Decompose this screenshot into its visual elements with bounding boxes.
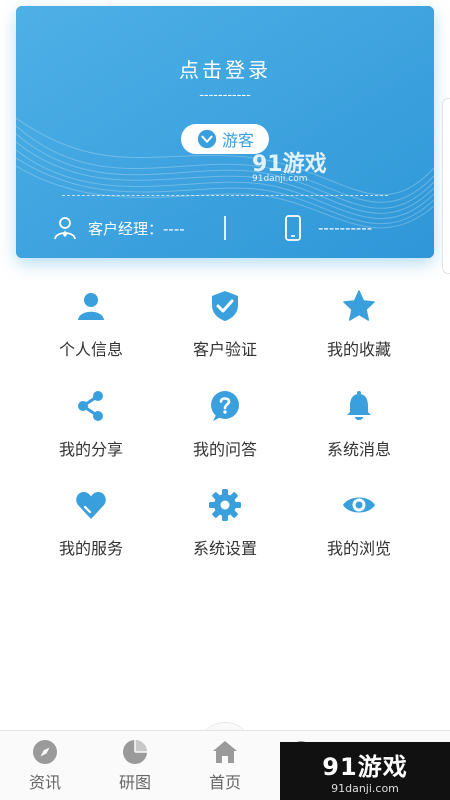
home-icon <box>213 741 237 763</box>
question-bubble-icon <box>207 388 243 424</box>
grid-item-label: 我的浏览 <box>326 539 391 558</box>
grid-item-label: 我的分享 <box>58 440 123 459</box>
grid-item-label: 系统消息 <box>326 440 391 459</box>
bottom-tab-bar: 资讯 研图 首页 小 91游戏 91danji.com <box>0 730 450 800</box>
phone-icon <box>285 215 301 241</box>
guest-chevron-icon <box>197 129 217 149</box>
grid-item-personal-info[interactable]: 个人信息 <box>24 288 158 368</box>
manager-label: 客户经理：---- <box>88 219 185 238</box>
login-link[interactable]: 点击登录 <box>16 54 434 83</box>
watermark-badge: 91游戏 91danji.com <box>280 742 450 800</box>
grid-item-browse-history[interactable]: 我的浏览 <box>292 487 426 567</box>
watermark-logo: 91游戏 91danji.com <box>252 146 327 184</box>
guest-label: 游客 <box>221 131 254 150</box>
grid-item-favorites[interactable]: 我的收藏 <box>292 288 426 368</box>
grid-item-label: 客户验证 <box>192 340 257 359</box>
watermark-main: 91游戏 <box>322 753 408 781</box>
heart-icon <box>73 487 109 523</box>
manager-person-icon <box>54 217 76 240</box>
tab-label: 资讯 <box>28 773 61 792</box>
grid-item-label: 我的服务 <box>58 539 123 558</box>
gear-icon <box>207 487 243 523</box>
pie-chart-icon <box>123 740 147 764</box>
phone-number: ---------- <box>284 214 372 242</box>
grid-item-my-qa[interactable]: 我的问答 <box>158 388 292 468</box>
profile-header-card: 点击登录 ----------- 游客 91游戏 91danji.com 客户经… <box>16 6 434 258</box>
grid-item-customer-verify[interactable]: 客户验证 <box>158 288 292 368</box>
vertical-separator <box>224 216 226 240</box>
bell-icon <box>341 388 377 424</box>
star-icon <box>341 288 377 324</box>
grid-item-system-settings[interactable]: 系统设置 <box>158 487 292 567</box>
grid-item-label: 我的收藏 <box>326 340 391 359</box>
compass-icon <box>33 740 57 764</box>
shield-check-icon <box>207 288 243 324</box>
watermark-sub: 91danji.com <box>331 782 399 795</box>
share-icon <box>73 388 109 424</box>
grid-item-label: 个人信息 <box>58 340 123 359</box>
card-divider <box>62 195 388 196</box>
tab-label: 研图 <box>118 773 151 792</box>
tab-research[interactable]: 研图 <box>90 739 180 793</box>
grid-item-my-share[interactable]: 我的分享 <box>24 388 158 468</box>
login-subtitle: ----------- <box>199 88 251 103</box>
side-panel-edge <box>442 98 450 274</box>
grid-item-label: 我的问答 <box>192 440 257 459</box>
grid-item-my-service[interactable]: 我的服务 <box>24 487 158 567</box>
grid-item-label: 系统设置 <box>192 539 257 558</box>
user-icon <box>73 288 109 324</box>
tab-news[interactable]: 资讯 <box>0 739 90 793</box>
account-manager: 客户经理：---- <box>52 214 185 242</box>
eye-icon <box>341 487 377 523</box>
phone-value: ---------- <box>318 219 373 237</box>
tab-label: 首页 <box>208 773 241 792</box>
grid-item-system-messages[interactable]: 系统消息 <box>292 388 426 468</box>
